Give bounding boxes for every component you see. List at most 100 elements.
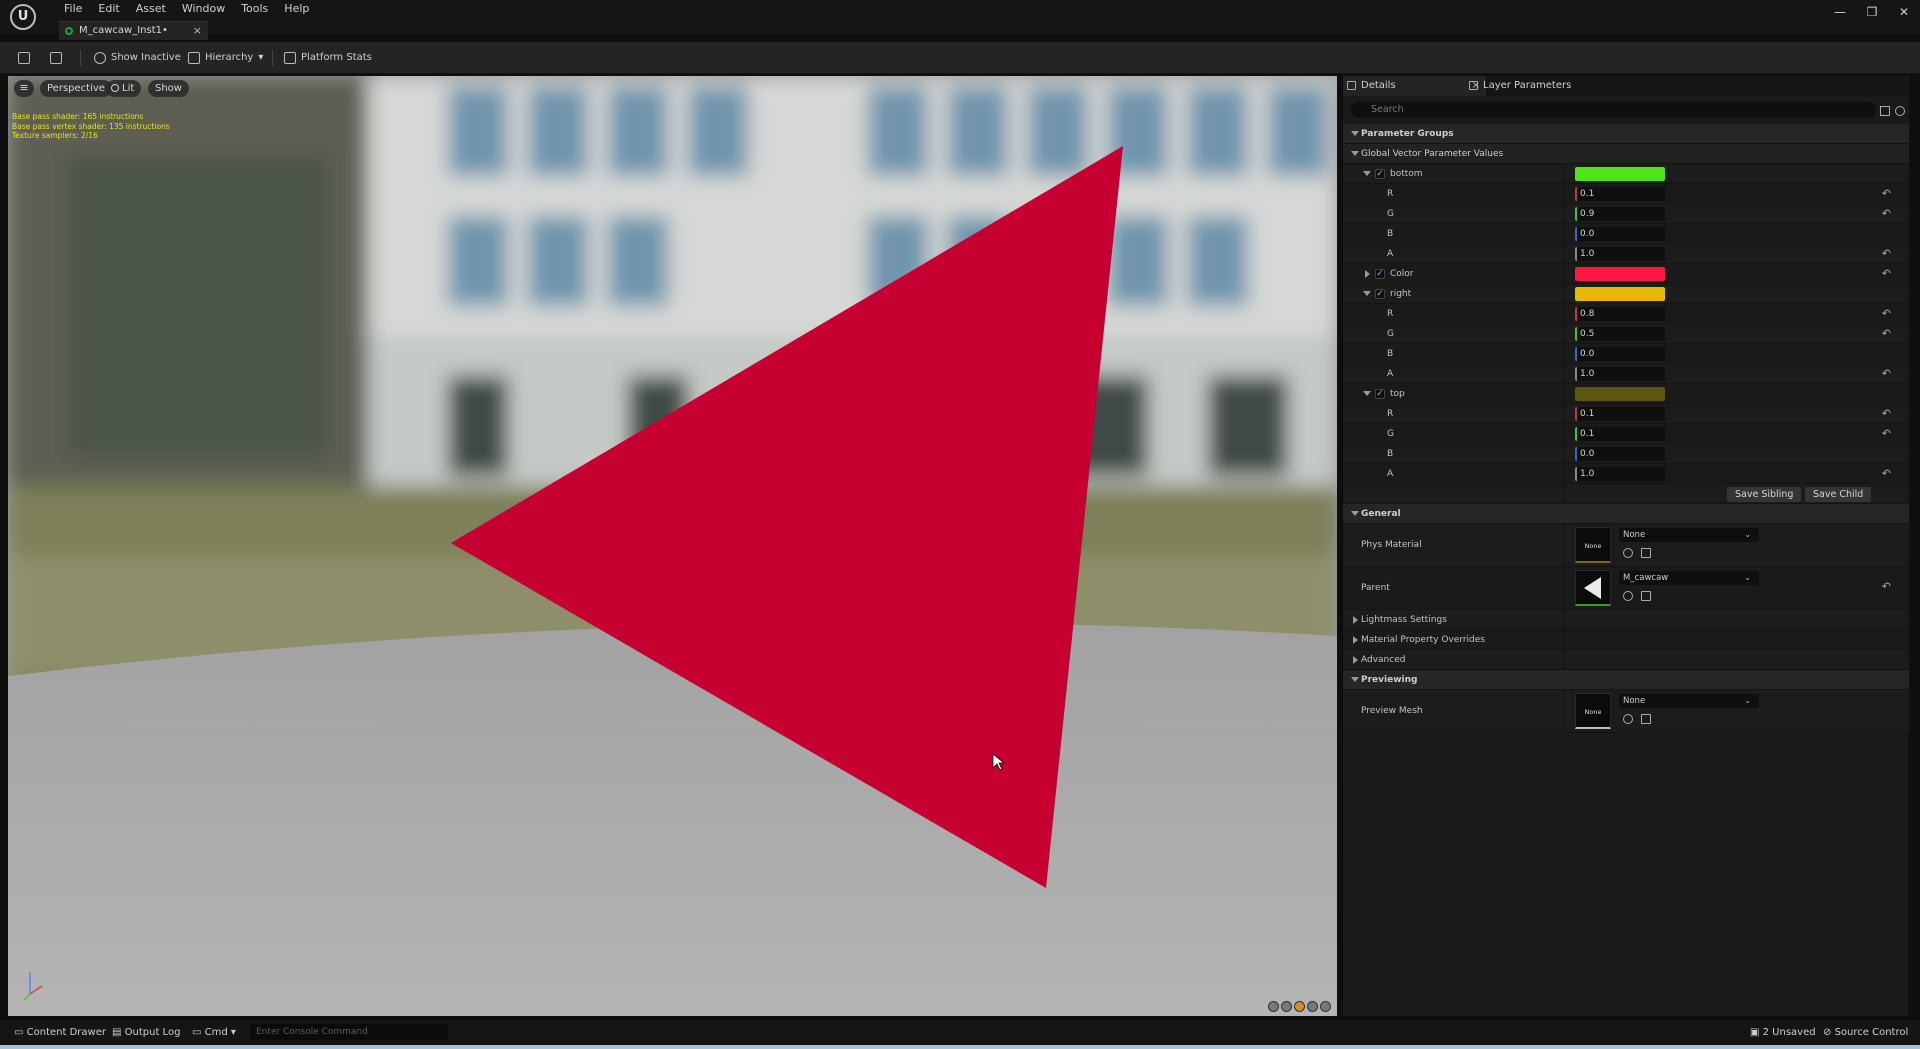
channel-r-input[interactable]: 0.1 bbox=[1575, 407, 1665, 421]
param-color[interactable]: ✓ Color ↶ bbox=[1343, 264, 1909, 284]
channel-g-input[interactable]: 0.9 bbox=[1575, 207, 1665, 221]
color-swatch[interactable] bbox=[1575, 267, 1665, 281]
param-right[interactable]: ✓ right bbox=[1343, 284, 1909, 304]
use-selected-icon[interactable] bbox=[1623, 714, 1633, 724]
collapse-arrow-icon[interactable] bbox=[1351, 511, 1359, 516]
restore-icon[interactable]: ❐ bbox=[1856, 0, 1888, 24]
browse-button[interactable] bbox=[50, 42, 62, 74]
save-sibling-button[interactable]: Save Sibling bbox=[1727, 487, 1802, 502]
platform-stats-button[interactable]: Platform Stats bbox=[284, 42, 372, 74]
document-tab[interactable]: M_cawcaw_Inst1• × bbox=[59, 21, 208, 40]
save-button[interactable] bbox=[18, 42, 30, 74]
minimize-icon[interactable]: — bbox=[1824, 0, 1856, 24]
menu-window[interactable]: Window bbox=[174, 2, 233, 16]
expand-arrow-icon[interactable] bbox=[1353, 636, 1358, 644]
reset-arrow-icon[interactable]: ↶ bbox=[1882, 208, 1891, 219]
reset-arrow-icon[interactable]: ↶ bbox=[1882, 408, 1891, 419]
channel-b-input[interactable]: 0.0 bbox=[1575, 447, 1665, 461]
collapse-arrow-icon[interactable] bbox=[1351, 677, 1359, 682]
channel-b-input[interactable]: 0.0 bbox=[1575, 347, 1665, 361]
parent-dropdown[interactable]: M_cawcaw ⌄ bbox=[1619, 571, 1759, 585]
expand-arrow-icon[interactable] bbox=[1353, 656, 1358, 664]
material-preview-viewport[interactable]: ≡ Perspective Lit Show Base pass shader:… bbox=[8, 76, 1337, 1016]
menu-help[interactable]: Help bbox=[276, 2, 317, 16]
reset-arrow-icon[interactable]: ↶ bbox=[1882, 308, 1891, 319]
viewport-options-menu-icon[interactable]: ≡ bbox=[14, 80, 34, 97]
use-selected-icon[interactable] bbox=[1623, 591, 1633, 601]
preview-mesh-dropdown[interactable]: None ⌄ bbox=[1619, 694, 1759, 708]
collapse-arrow-icon[interactable] bbox=[1351, 131, 1359, 136]
color-swatch[interactable] bbox=[1575, 287, 1665, 301]
parent-material-thumbnail[interactable] bbox=[1575, 570, 1611, 606]
reset-arrow-icon[interactable]: ↶ bbox=[1882, 581, 1891, 592]
content-drawer-button[interactable]: ▭ Content Drawer bbox=[14, 1020, 106, 1046]
lit-button[interactable]: Lit bbox=[106, 80, 142, 97]
channel-a-input[interactable]: 1.0 bbox=[1575, 247, 1665, 261]
tab-layer-parameters[interactable]: Layer Parameters bbox=[1465, 76, 1585, 96]
channel-g-input[interactable]: 0.5 bbox=[1575, 327, 1665, 341]
phys-material-dropdown[interactable]: None ⌄ bbox=[1619, 528, 1759, 542]
use-selected-icon[interactable] bbox=[1623, 548, 1633, 558]
browse-icon[interactable] bbox=[1641, 714, 1651, 724]
enable-checkbox[interactable]: ✓ bbox=[1375, 269, 1385, 279]
channel-r-input[interactable]: 0.8 bbox=[1575, 307, 1665, 321]
output-log-button[interactable]: ▤ Output Log bbox=[112, 1020, 180, 1046]
perspective-button[interactable]: Perspective bbox=[40, 80, 112, 97]
channel-a-input[interactable]: 1.0 bbox=[1575, 367, 1665, 381]
preview-triangle[interactable] bbox=[8, 76, 1337, 1016]
teapot-icon[interactable] bbox=[1320, 1001, 1331, 1012]
show-button[interactable]: Show bbox=[148, 80, 189, 97]
section-advanced[interactable]: Advanced bbox=[1343, 650, 1909, 670]
close-window-icon[interactable]: ✕ bbox=[1888, 0, 1920, 24]
table-view-icon[interactable] bbox=[1880, 106, 1890, 116]
enable-checkbox[interactable]: ✓ bbox=[1375, 289, 1385, 299]
section-material-property-overrides[interactable]: Material Property Overrides bbox=[1343, 630, 1909, 650]
channel-b-input[interactable]: 0.0 bbox=[1575, 227, 1665, 241]
group-global-vector[interactable]: Global Vector Parameter Values bbox=[1343, 144, 1909, 164]
category-previewing[interactable]: Previewing bbox=[1343, 670, 1909, 690]
expand-arrow-icon[interactable] bbox=[1363, 391, 1371, 396]
browse-icon[interactable] bbox=[1641, 591, 1651, 601]
enable-checkbox[interactable]: ✓ bbox=[1375, 169, 1385, 179]
expand-arrow-icon[interactable] bbox=[1353, 616, 1358, 624]
param-top[interactable]: ✓ top bbox=[1343, 384, 1909, 404]
channel-r-input[interactable]: 0.1 bbox=[1575, 187, 1665, 201]
asset-thumbnail[interactable]: None bbox=[1575, 527, 1611, 563]
asset-thumbnail[interactable]: None bbox=[1575, 693, 1611, 729]
search-input[interactable]: Search bbox=[1351, 102, 1876, 118]
console-command-input[interactable]: Enter Console Command bbox=[250, 1024, 448, 1040]
unreal-logo-icon[interactable]: U bbox=[10, 4, 36, 30]
unsaved-button[interactable]: ▣ 2 Unsaved bbox=[1750, 1020, 1816, 1046]
sphere-icon[interactable] bbox=[1281, 1001, 1292, 1012]
cmd-dropdown[interactable]: ▭ Cmd ▾ bbox=[192, 1020, 236, 1046]
channel-a-input[interactable]: 1.0 bbox=[1575, 467, 1665, 481]
hierarchy-button[interactable]: Hierarchy ▾ bbox=[188, 42, 263, 74]
color-swatch[interactable] bbox=[1575, 167, 1665, 181]
section-lightmass-settings[interactable]: Lightmass Settings bbox=[1343, 610, 1909, 630]
save-child-button[interactable]: Save Child bbox=[1805, 487, 1872, 502]
enable-checkbox[interactable]: ✓ bbox=[1375, 389, 1385, 399]
menu-asset[interactable]: Asset bbox=[128, 2, 174, 16]
expand-arrow-icon[interactable] bbox=[1365, 270, 1370, 278]
expand-arrow-icon[interactable] bbox=[1363, 171, 1371, 176]
show-inactive-button[interactable]: Show Inactive bbox=[94, 42, 181, 74]
reset-arrow-icon[interactable]: ↶ bbox=[1882, 268, 1891, 279]
menu-edit[interactable]: Edit bbox=[90, 2, 127, 16]
source-control-button[interactable]: ⊘ Source Control bbox=[1823, 1020, 1908, 1046]
channel-g-input[interactable]: 0.1 bbox=[1575, 427, 1665, 441]
reset-arrow-icon[interactable]: ↶ bbox=[1882, 328, 1891, 339]
menu-tools[interactable]: Tools bbox=[233, 2, 276, 16]
reset-arrow-icon[interactable]: ↶ bbox=[1882, 248, 1891, 259]
close-tab-icon[interactable]: × bbox=[193, 22, 202, 40]
reset-arrow-icon[interactable]: ↶ bbox=[1882, 368, 1891, 379]
reset-arrow-icon[interactable]: ↶ bbox=[1882, 188, 1891, 199]
collapse-arrow-icon[interactable] bbox=[1351, 151, 1359, 156]
menu-file[interactable]: File bbox=[56, 2, 90, 16]
category-general[interactable]: General bbox=[1343, 504, 1909, 524]
expand-arrow-icon[interactable] bbox=[1363, 291, 1371, 296]
browse-icon[interactable] bbox=[1641, 548, 1651, 558]
cylinder-icon[interactable] bbox=[1268, 1001, 1279, 1012]
cube-icon[interactable] bbox=[1307, 1001, 1318, 1012]
category-parameter-groups[interactable]: Parameter Groups bbox=[1343, 124, 1909, 144]
color-swatch[interactable] bbox=[1575, 387, 1665, 401]
